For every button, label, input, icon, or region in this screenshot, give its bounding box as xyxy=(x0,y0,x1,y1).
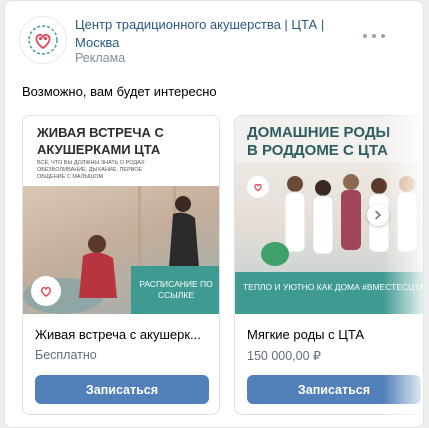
carousel-next-button[interactable] xyxy=(367,204,389,226)
banner-2-title-text: ДОМАШНИЕ РОДЫ В РОДДОМЕ С ЦТА xyxy=(247,124,391,159)
banner-1-logo-icon xyxy=(31,276,61,306)
more-horizontal-icon[interactable] xyxy=(363,31,385,41)
banner-1-title: ЖИВАЯ ВСТРЕЧА С АКУШЕРКАМИ ЦТА xyxy=(37,125,164,157)
post-intro-text: Возможно, вам будет интересно xyxy=(22,84,217,99)
community-name-link[interactable]: Центр традиционного акушерства | ЦТА | М… xyxy=(75,16,345,52)
banner-1-cta: РАСПИСАНИЕ ПО ССЫЛКЕ xyxy=(131,266,219,314)
carousel-card-2-price: 150 000,00 ₽ xyxy=(247,349,321,363)
signup-button-1[interactable]: Записаться xyxy=(35,375,209,404)
carousel-card-1[interactable]: ЖИВАЯ ВСТРЕЧА С АКУШЕРКАМИ ЦТА ВСЁ, ЧТО … xyxy=(22,115,220,415)
carousel-card-1-price: Бесплатно xyxy=(35,348,97,362)
ad-label: Реклама xyxy=(75,51,126,65)
carousel-card-2-title[interactable]: Мягкие роды с ЦТА xyxy=(247,327,364,342)
banner-2-logo-icon xyxy=(247,176,269,198)
community-avatar[interactable] xyxy=(19,16,67,64)
banner-2-title: ДОМАШНИЕ РОДЫ В РОДДОМЕ С ЦТА xyxy=(247,124,397,160)
carousel-fade-overlay xyxy=(383,115,423,415)
ad-post-card: Центр традиционного акушерства | ЦТА | М… xyxy=(4,0,424,428)
banner-image-1[interactable]: ЖИВАЯ ВСТРЕЧА С АКУШЕРКАМИ ЦТА ВСЁ, ЧТО … xyxy=(23,116,219,314)
heart-logo-icon xyxy=(28,25,58,55)
banner-1-text: ВСЁ, ЧТО ВЫ ДОЛЖНЫ ЗНАТЬ О РОДАХ: ОБЕЗБО… xyxy=(37,160,146,180)
carousel-card-1-title[interactable]: Живая встреча с акушерк... xyxy=(35,327,201,342)
chevron-right-icon xyxy=(375,210,382,220)
